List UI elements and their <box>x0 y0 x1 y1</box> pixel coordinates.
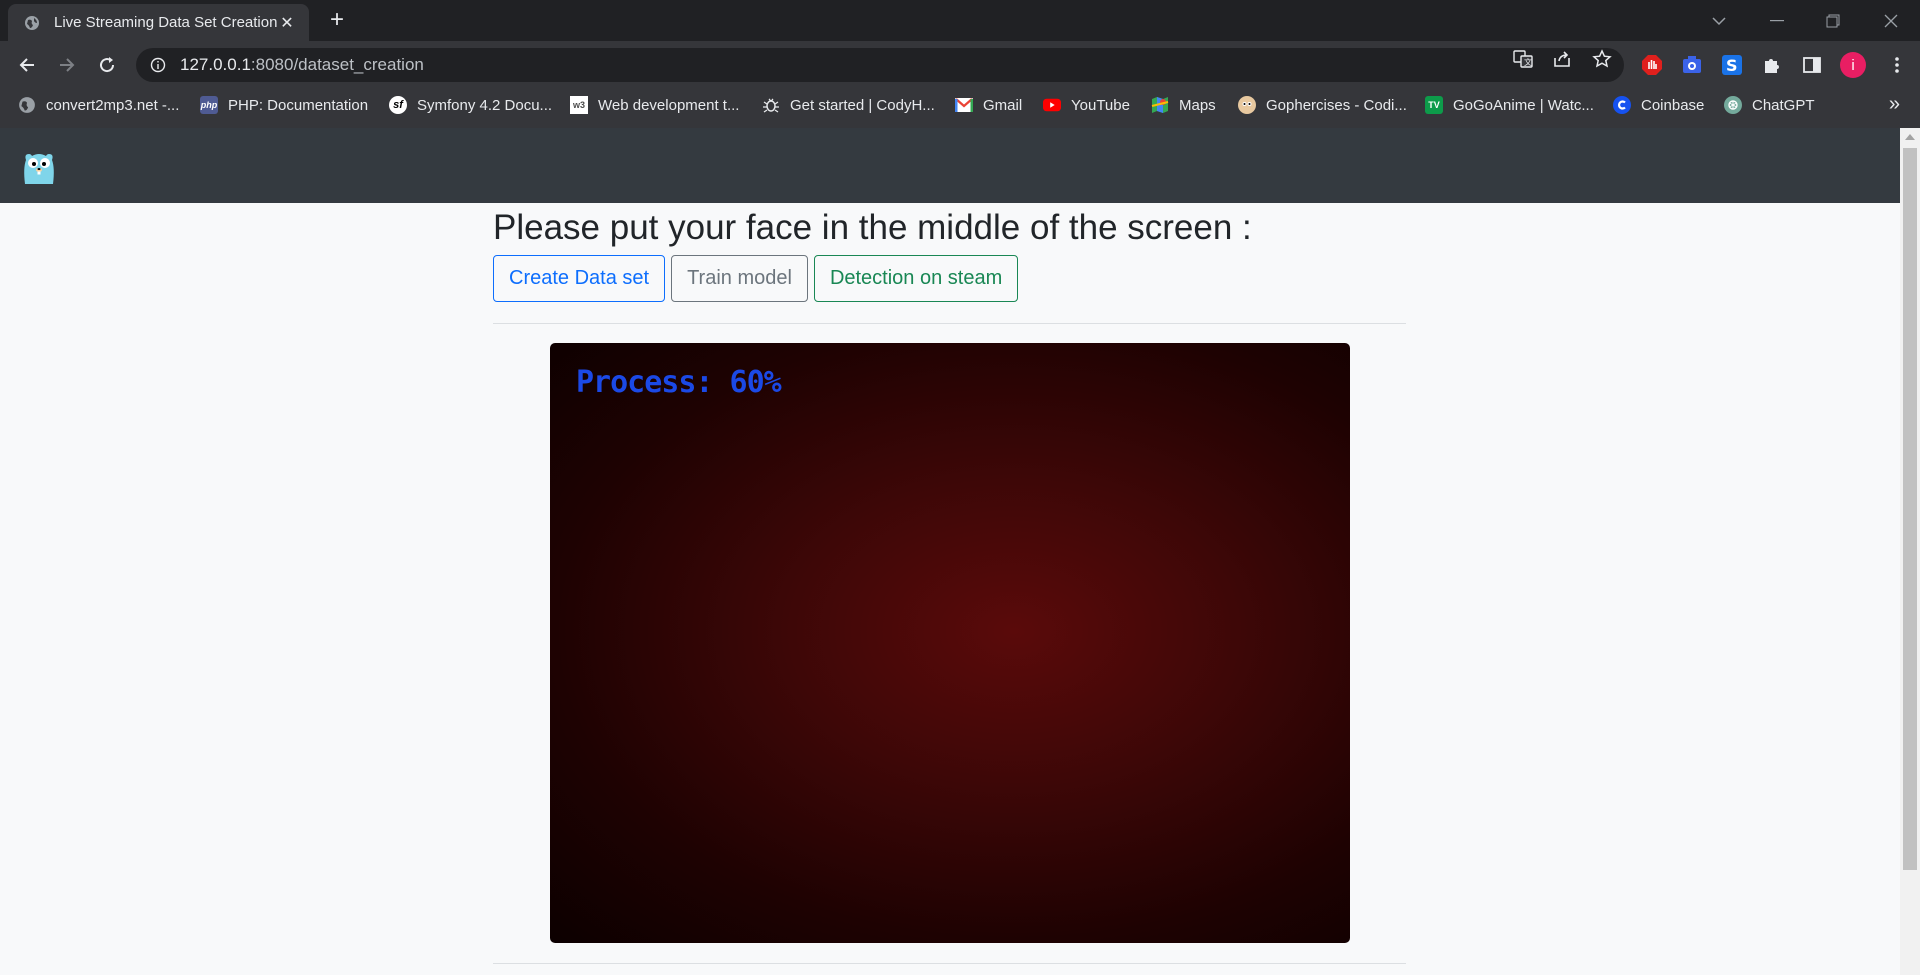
coinbase-icon <box>1613 96 1631 114</box>
bookmarks-bar: convert2mp3.net -... php PHP: Documentat… <box>0 89 1920 128</box>
app-navbar <box>0 128 1900 203</box>
bug-icon <box>762 96 780 114</box>
svg-text:S: S <box>1726 56 1738 75</box>
globe-icon <box>25 15 39 30</box>
svg-text:文: 文 <box>1524 57 1532 67</box>
forward-icon[interactable] <box>53 51 81 79</box>
translate-icon[interactable]: 文 <box>1512 48 1534 70</box>
action-buttons: Create Data set Train model Detection on… <box>493 255 1019 302</box>
bookmark-item[interactable]: Get started | CodyH... <box>762 89 935 121</box>
bookmark-item[interactable]: ChatGPT <box>1724 89 1815 121</box>
w3schools-icon: w3 <box>570 96 588 114</box>
restore-icon[interactable] <box>1808 0 1858 41</box>
scrollbar-thumb[interactable] <box>1903 148 1917 870</box>
bookmark-item[interactable]: Gmail <box>955 89 1022 121</box>
video-stream: Process: 60% <box>550 343 1350 943</box>
divider <box>493 963 1406 964</box>
tab-close-icon[interactable]: ✕ <box>277 13 297 33</box>
gopher-logo-icon[interactable] <box>20 148 58 186</box>
bookmark-item[interactable]: w3 Web development t... <box>570 89 739 121</box>
new-tab-button[interactable]: + <box>323 6 351 34</box>
side-panel-icon[interactable] <box>1799 52 1825 78</box>
tab-search-icon[interactable] <box>1694 0 1744 41</box>
bookmark-item[interactable]: YouTube <box>1043 89 1130 121</box>
gogoanime-icon: TV <box>1425 96 1443 114</box>
bookmark-item[interactable]: Coinbase <box>1613 89 1704 121</box>
maps-icon <box>1151 96 1169 114</box>
bookmark-item[interactable]: php PHP: Documentation <box>200 89 368 121</box>
youtube-icon <box>1043 96 1061 114</box>
process-overlay: Process: 60% <box>576 365 782 400</box>
address-bar[interactable]: 127.0.0.1:8080/dataset_creation <box>136 48 1624 82</box>
bookmarks-overflow-button[interactable]: » <box>1889 93 1900 116</box>
train-model-button[interactable]: Train model <box>671 255 808 302</box>
screenshot-extension-icon[interactable] <box>1679 52 1705 78</box>
profile-avatar[interactable]: i <box>1840 52 1866 78</box>
site-info-icon[interactable] <box>150 57 166 73</box>
minimize-icon[interactable] <box>1752 0 1802 41</box>
page-title: Please put your face in the middle of th… <box>493 208 1252 247</box>
tab-strip: Live Streaming Data Set Creation ✕ + <box>0 0 1920 41</box>
divider <box>493 323 1406 324</box>
extensions-puzzle-icon[interactable] <box>1759 52 1785 78</box>
bookmark-item[interactable]: sf Symfony 4.2 Docu... <box>389 89 552 121</box>
create-dataset-button[interactable]: Create Data set <box>493 255 666 302</box>
vertical-scrollbar[interactable] <box>1900 128 1920 975</box>
bookmark-item[interactable]: convert2mp3.net -... <box>18 89 179 121</box>
adblock-extension-icon[interactable] <box>1639 52 1665 78</box>
bookmark-item[interactable]: Maps <box>1151 89 1216 121</box>
browser-tab[interactable]: Live Streaming Data Set Creation ✕ <box>8 4 309 41</box>
bookmark-star-icon[interactable] <box>1591 48 1613 70</box>
detection-button[interactable]: Detection on steam <box>813 255 1019 302</box>
gopher-icon <box>1238 96 1256 114</box>
gmail-icon <box>955 96 973 114</box>
chatgpt-icon <box>1724 96 1742 114</box>
close-window-icon[interactable] <box>1866 0 1916 41</box>
back-icon[interactable] <box>13 51 41 79</box>
php-icon: php <box>200 96 218 114</box>
bookmark-item[interactable]: Gophercises - Codi... <box>1238 89 1407 121</box>
url-text: 127.0.0.1:8080/dataset_creation <box>180 55 424 74</box>
reload-icon[interactable] <box>93 51 121 79</box>
s-extension-icon[interactable]: S <box>1719 52 1745 78</box>
browser-toolbar: 127.0.0.1:8080/dataset_creation 文 S i <box>0 41 1920 89</box>
chrome-menu-icon[interactable] <box>1884 52 1910 78</box>
share-icon[interactable] <box>1551 48 1573 70</box>
symfony-icon: sf <box>389 96 407 114</box>
globe-icon <box>18 96 36 114</box>
tab-title: Live Streaming Data Set Creation <box>54 14 277 31</box>
bookmark-item[interactable]: TV GoGoAnime | Watc... <box>1425 89 1594 121</box>
scroll-up-icon[interactable] <box>1905 134 1915 140</box>
page-viewport: Please put your face in the middle of th… <box>0 128 1900 975</box>
